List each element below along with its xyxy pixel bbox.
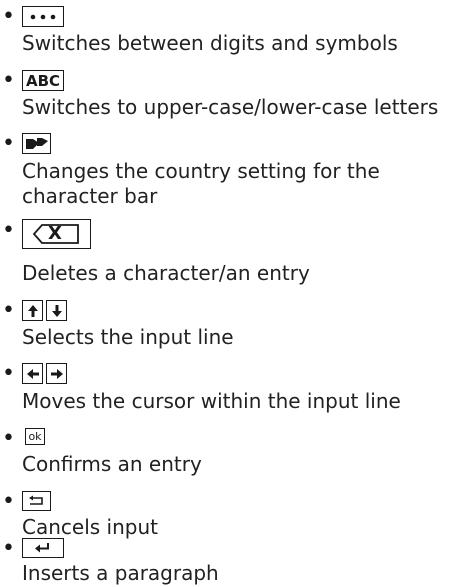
arrow-right-icon <box>46 363 67 384</box>
back-key <box>22 491 51 511</box>
arrow-up-down-icons <box>22 300 67 321</box>
item-description: Changes the country setting for the char… <box>22 159 380 208</box>
arrow-left-icon <box>22 363 43 384</box>
item-description: Deletes a character/an entry <box>22 261 310 285</box>
arrow-up-icon <box>22 300 43 321</box>
bullet: • <box>2 131 15 156</box>
ok-key-label: ok <box>28 430 42 443</box>
enter-icon <box>35 543 49 553</box>
backspace-key-label: X <box>48 223 62 244</box>
item-description: Cancels input <box>22 515 158 539</box>
bullet: • <box>2 298 15 323</box>
bullet: • <box>2 489 15 514</box>
bullet: • <box>2 4 15 29</box>
more-icon <box>22 6 64 27</box>
bullet: • <box>2 218 15 243</box>
item-description: Moves the cursor within the input line <box>22 389 401 413</box>
bullet: • <box>2 68 15 93</box>
item-description: Inserts a paragraph <box>22 561 219 585</box>
back-icon <box>28 495 43 505</box>
country-flags-icon <box>22 133 51 154</box>
abc-key-label: ABC <box>25 71 61 90</box>
bullet: • <box>2 361 15 386</box>
ok-key: ok <box>25 428 45 445</box>
item-description: Confirms an entry <box>22 452 202 476</box>
item-description: Switches between digits and symbols <box>22 31 398 55</box>
enter-key <box>22 538 64 558</box>
backspace-key: X <box>22 219 91 249</box>
item-description: Selects the input line <box>22 325 234 349</box>
bullet: • <box>2 426 15 451</box>
arrow-left-right-icons <box>22 363 67 384</box>
bullet: • <box>2 536 15 561</box>
item-description: Switches to upper-case/lower-case letter… <box>22 95 439 119</box>
abc-key: ABC <box>22 70 64 91</box>
arrow-down-icon <box>46 300 67 321</box>
